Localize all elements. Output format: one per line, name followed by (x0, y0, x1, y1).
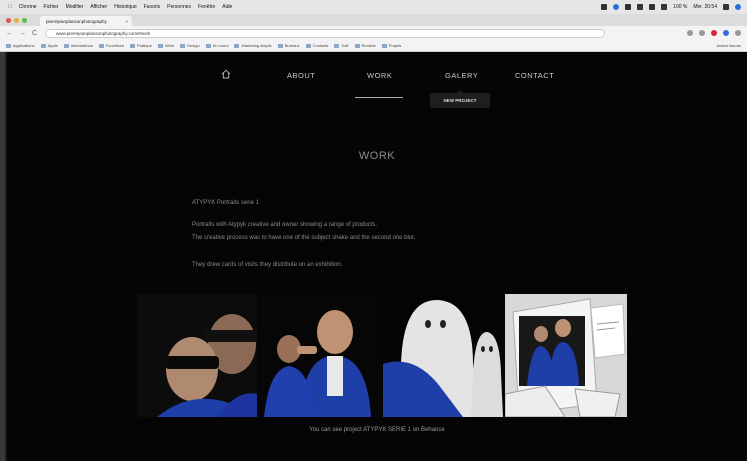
extension-red-icon[interactable] (711, 30, 717, 36)
description-line: They drew cards of visits they distribut… (192, 262, 343, 268)
folder-icon (40, 43, 46, 48)
battery-text[interactable]: 100 % (673, 4, 687, 10)
menu-item-view[interactable]: Afficher (90, 4, 107, 10)
volume-icon[interactable] (661, 4, 668, 10)
folder-icon (98, 43, 104, 48)
menu-item-bookmarks[interactable]: Favoris (144, 4, 160, 10)
desktop-edge (0, 0, 5, 461)
description-line: The creative process was to have one of … (192, 235, 416, 241)
behance-caption[interactable]: You can see project ATYPYK SERIE 1 on Be… (7, 427, 747, 433)
dropdown-new-project[interactable]: NEW PROJECT (430, 90, 490, 108)
photo-ghosts-image (383, 294, 503, 417)
folder-icon (63, 43, 69, 48)
folder-icon (381, 43, 387, 48)
url-text: www.pierrejeanplansonphotography.com/#wo… (56, 30, 151, 36)
notification-icon[interactable] (735, 4, 741, 10)
folder-icon (305, 43, 311, 48)
browser-toolbar: ← → C www.pierrejeanplansonphotography.c… (0, 26, 747, 40)
nav-galery[interactable]: GALERY (445, 71, 478, 80)
menu-item-people[interactable]: Personnes (167, 4, 191, 10)
address-bar[interactable]: www.pierrejeanplansonphotography.com/#wo… (45, 28, 606, 38)
bluetooth-icon[interactable] (637, 4, 644, 10)
photo-portrait-pointing[interactable] (259, 294, 381, 417)
extension-icon[interactable] (699, 30, 705, 36)
menu-icon[interactable] (735, 30, 741, 36)
profile-icon[interactable] (723, 30, 729, 36)
menu-item-help[interactable]: Aide (222, 4, 232, 10)
section-title: WORK (358, 150, 396, 162)
project-title: ATYPYK Portraits serie 1 (192, 200, 259, 206)
folder-icon (234, 43, 240, 48)
forward-icon[interactable]: → (19, 30, 26, 37)
folder-icon (205, 43, 211, 48)
reload-icon[interactable]: C (32, 30, 37, 37)
screen:  Chrome Fichier Modifier Afficher Histo… (0, 0, 747, 461)
folder-icon (130, 43, 136, 48)
zoom-window-icon[interactable] (22, 18, 27, 23)
bookmark-item[interactable]: Rentrée (354, 43, 376, 48)
bookmark-item[interactable]: Bureaux (277, 43, 300, 48)
bookmark-item[interactable]: Design (180, 43, 200, 48)
photo-portrait-blindfold[interactable] (137, 294, 257, 417)
bookmark-item[interactable]: Soft (334, 43, 349, 48)
tab-close-icon[interactable]: × (125, 19, 128, 24)
bookmarks-bar: Applications Apple Informations Fournitu… (0, 40, 747, 52)
wifi-icon[interactable] (649, 4, 656, 10)
bookmark-item[interactable]: Apple (40, 43, 58, 48)
menu-item-edit[interactable]: Modifier (66, 4, 84, 10)
bookmark-item[interactable]: Marketing simple (234, 43, 272, 48)
nav-contact[interactable]: CONTACT (515, 71, 554, 80)
menu-item-history[interactable]: Historique (114, 4, 137, 10)
status-sync-icon[interactable] (613, 4, 620, 10)
nav-about[interactable]: ABOUT (287, 71, 315, 80)
bookmark-item[interactable]: Applications (6, 43, 35, 48)
status-app-icon[interactable] (601, 4, 608, 10)
star-icon[interactable] (687, 30, 693, 36)
browser-tab-bar: pierrejeanplansonphotography × (0, 14, 747, 26)
bookmark-item[interactable]: Pratique (130, 43, 152, 48)
other-bookmarks[interactable]: Autres favoris (717, 43, 747, 48)
photo-strip (137, 294, 627, 417)
close-window-icon[interactable] (6, 18, 11, 23)
photo-ghosts[interactable] (383, 294, 503, 417)
menu-app-name[interactable]: Chrome (19, 4, 37, 10)
website-viewport: ABOUT WORK GALERY CONTACT NEW PROJECT WO… (7, 52, 747, 461)
clock-text[interactable]: Mer. 20:54 (693, 4, 717, 10)
browser-tab[interactable]: pierrejeanplansonphotography × (40, 16, 132, 26)
menu-item-window[interactable]: Fenêtre (198, 4, 215, 10)
tab-title: pierrejeanplansonphotography (46, 18, 107, 24)
photo-cards-image (505, 294, 627, 417)
macos-menubar:  Chrome Fichier Modifier Afficher Histo… (0, 0, 747, 14)
bookmark-item[interactable]: Work (157, 43, 174, 48)
folder-icon (334, 43, 340, 48)
back-icon[interactable]: ← (6, 30, 13, 37)
folder-icon (180, 43, 186, 48)
bookmark-item[interactable]: Projets (381, 43, 401, 48)
photo-portrait-blindfold-image (137, 294, 257, 417)
active-nav-indicator (355, 97, 403, 98)
folder-icon (157, 43, 163, 48)
home-icon[interactable] (221, 69, 231, 79)
minimize-window-icon[interactable] (14, 18, 19, 23)
nav-work[interactable]: WORK (367, 71, 392, 80)
apple-icon[interactable]:  (8, 4, 12, 10)
site-nav: ABOUT WORK GALERY CONTACT (7, 62, 747, 98)
photo-cards[interactable] (505, 294, 627, 417)
status-clock-icon[interactable] (625, 4, 632, 10)
photo-portrait-pointing-image (259, 294, 381, 417)
folder-icon (354, 43, 360, 48)
folder-icon (6, 43, 11, 48)
spotlight-icon[interactable] (723, 4, 729, 10)
bookmark-item[interactable]: En cours (205, 43, 228, 48)
description-line: Portraits with Atypyk creative and owner… (192, 222, 378, 228)
bookmark-item[interactable]: Informations (63, 43, 93, 48)
folder-icon (277, 43, 283, 48)
menu-item-file[interactable]: Fichier (44, 4, 59, 10)
bookmark-item[interactable]: Contacts (305, 43, 328, 48)
bookmark-item[interactable]: Fourniture (98, 43, 124, 48)
